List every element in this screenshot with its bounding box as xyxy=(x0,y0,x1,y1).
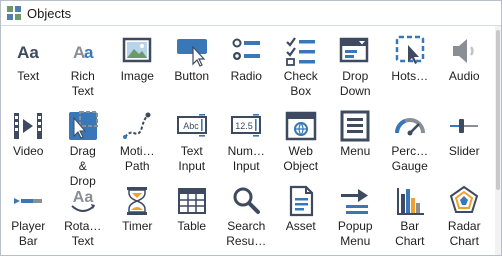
object-label: Check Box xyxy=(283,69,318,98)
object-hotspot[interactable]: Hots… xyxy=(383,27,438,102)
object-label: Hots… xyxy=(391,69,429,83)
drag-drop-icon xyxy=(66,109,100,143)
object-label: Perc… Gauge xyxy=(391,144,429,173)
percentage-gauge-icon xyxy=(393,109,427,143)
panel-title: Objects xyxy=(27,5,72,21)
object-text-input[interactable]: Abc Text Input xyxy=(165,102,220,177)
motion-path-icon xyxy=(120,109,154,143)
object-label: Drop Down xyxy=(339,69,371,98)
object-label: Audio xyxy=(448,69,480,83)
table-icon xyxy=(175,184,209,218)
menu-icon xyxy=(338,109,372,143)
object-drag-drop[interactable]: Drag & Drop xyxy=(56,102,111,188)
object-checkbox[interactable]: Check Box xyxy=(274,27,329,102)
object-label: Web Object xyxy=(283,144,319,173)
objects-grid: Aa Text Aa Rich Text Image Button Radio Check B… xyxy=(1,27,491,252)
object-label: Button xyxy=(174,69,210,83)
object-label: Asset xyxy=(285,219,316,233)
object-image[interactable]: Image xyxy=(110,27,165,102)
object-label: Video xyxy=(13,144,44,158)
object-text[interactable]: Aa Text xyxy=(1,27,56,102)
objects-icon xyxy=(6,5,22,21)
object-slider[interactable]: Slider xyxy=(437,102,492,177)
image-icon xyxy=(120,34,154,68)
svg-text:a: a xyxy=(84,43,94,62)
object-player-bar[interactable]: Player Bar xyxy=(1,177,56,252)
object-label: Moti… Path xyxy=(119,144,155,173)
object-rich-text[interactable]: Aa Rich Text xyxy=(56,27,111,102)
button-icon xyxy=(175,34,209,68)
dropdown-icon xyxy=(338,34,372,68)
slider-icon xyxy=(447,109,481,143)
timer-icon xyxy=(120,184,154,218)
object-video[interactable]: Video xyxy=(1,102,56,177)
object-label: Text Input xyxy=(178,144,206,173)
svg-text:Abc: Abc xyxy=(183,121,199,131)
object-bar-chart[interactable]: Bar Chart xyxy=(383,177,438,252)
object-label: Menu xyxy=(340,144,371,158)
search-results-icon xyxy=(229,184,263,218)
audio-icon xyxy=(447,34,481,68)
object-audio[interactable]: Audio xyxy=(437,27,492,102)
object-label: Text xyxy=(17,69,40,83)
object-label: Num… Input xyxy=(227,144,265,173)
object-menu[interactable]: Menu xyxy=(328,102,383,177)
object-radar-chart[interactable]: Radar Chart xyxy=(437,177,492,252)
object-label: Rich Text xyxy=(70,69,95,98)
object-button[interactable]: Button xyxy=(165,27,220,102)
object-label: Popup Menu xyxy=(337,219,373,248)
objects-panel: Objects Aa Text Aa Rich Text Image Button Radi… xyxy=(0,0,502,256)
checkbox-icon xyxy=(284,34,318,68)
object-web-object[interactable]: Web Object xyxy=(274,102,329,177)
object-label: Slider xyxy=(448,144,480,158)
object-percentage-gauge[interactable]: Perc… Gauge xyxy=(383,102,438,177)
bar-chart-icon xyxy=(393,184,427,218)
object-label: Image xyxy=(120,69,154,83)
object-motion-path[interactable]: Moti… Path xyxy=(110,102,165,177)
object-numeric-input[interactable]: 12.5 Num… Input xyxy=(219,102,274,177)
rich-text-icon: Aa xyxy=(66,34,100,68)
web-object-icon xyxy=(284,109,318,143)
panel-header: Objects xyxy=(1,1,501,26)
text-icon: Aa xyxy=(11,34,45,68)
object-table[interactable]: Table xyxy=(165,177,220,252)
object-asset[interactable]: Asset xyxy=(274,177,329,252)
object-label: Radar Chart xyxy=(447,219,481,248)
object-label: Search Resu… xyxy=(226,219,267,248)
object-timer[interactable]: Timer xyxy=(110,177,165,252)
object-label: Bar Chart xyxy=(395,219,425,248)
text-input-icon: Abc xyxy=(175,109,209,143)
vertical-scrollbar[interactable] xyxy=(495,26,501,255)
svg-text:Aa: Aa xyxy=(17,43,39,62)
scrollbar-thumb[interactable] xyxy=(496,30,500,190)
object-rotating-text[interactable]: Aa Rota… Text xyxy=(56,177,111,252)
svg-text:Aa: Aa xyxy=(73,189,94,206)
numeric-input-icon: 12.5 xyxy=(229,109,263,143)
object-dropdown[interactable]: Drop Down xyxy=(328,27,383,102)
object-radio[interactable]: Radio xyxy=(219,27,274,102)
object-label: Player Bar xyxy=(11,219,46,248)
radar-chart-icon xyxy=(447,184,481,218)
object-label: Timer xyxy=(122,219,153,233)
svg-text:12.5: 12.5 xyxy=(235,121,253,131)
rotating-text-icon: Aa xyxy=(66,184,100,218)
radio-icon xyxy=(229,34,263,68)
object-search-results[interactable]: Search Resu… xyxy=(219,177,274,252)
video-icon xyxy=(11,109,45,143)
asset-icon xyxy=(284,184,318,218)
object-label: Radio xyxy=(230,69,262,83)
popup-menu-icon xyxy=(338,184,372,218)
player-bar-icon xyxy=(11,184,45,218)
object-popup-menu[interactable]: Popup Menu xyxy=(328,177,383,252)
object-label: Table xyxy=(177,219,207,233)
hotspot-icon xyxy=(393,34,427,68)
object-label: Rota… Text xyxy=(64,219,102,248)
